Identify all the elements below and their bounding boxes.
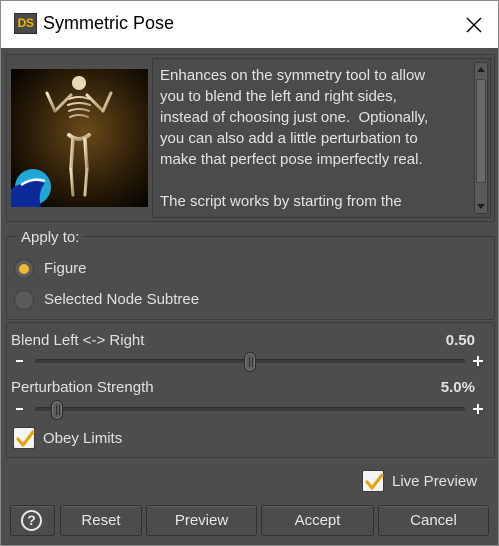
title-bar: DS Symmetric Pose	[1, 1, 498, 48]
obey-limits-label: Obey Limits	[43, 430, 123, 447]
perturbation-slider-track[interactable]	[35, 400, 465, 420]
scroll-up-arrow-icon[interactable]	[475, 63, 487, 77]
help-icon: ?	[21, 510, 42, 531]
apply-to-group: Apply to: Figure Selected Node Subtree	[6, 229, 495, 320]
perturbation-minus-icon[interactable]	[16, 408, 23, 410]
live-preview-label: Live Preview	[392, 473, 478, 490]
blend-slider-handle[interactable]	[244, 352, 256, 372]
live-preview-checkbox[interactable]	[362, 470, 384, 492]
info-panel: Enhances on the symmetry tool to allow y…	[6, 54, 495, 222]
obey-limits-checkbox[interactable]	[13, 427, 35, 449]
blend-slider-label: Blend Left <-> Right	[11, 332, 145, 349]
blend-settings-group: Blend Left <-> Right 0.50 Perturbation S…	[6, 322, 495, 458]
description-text: Enhances on the symmetry tool to allow y…	[160, 67, 429, 210]
perturbation-slider-handle[interactable]	[50, 400, 63, 420]
radio-figure-label: Figure	[44, 260, 87, 277]
symmetric-pose-dialog: DS Symmetric Pose Enhances on the symmet…	[0, 0, 499, 546]
description-box[interactable]: Enhances on the symmetry tool to allow y…	[152, 58, 491, 218]
preview-button[interactable]: Preview	[146, 505, 257, 536]
apply-to-title: Apply to:	[18, 229, 83, 246]
scroll-down-arrow-icon[interactable]	[475, 199, 487, 213]
daz-studio-logo-icon: DS	[14, 13, 37, 34]
scroll-thumb[interactable]	[476, 79, 486, 183]
blend-plus-icon[interactable]	[473, 356, 483, 366]
checkmark-icon	[365, 473, 384, 490]
reset-button[interactable]: Reset	[60, 505, 142, 536]
description-scrollbar[interactable]	[474, 62, 488, 214]
radio-figure-button[interactable]	[14, 259, 34, 279]
window-title: Symmetric Pose	[43, 13, 175, 33]
perturbation-slider-label: Perturbation Strength	[11, 379, 154, 396]
help-button[interactable]: ?	[10, 505, 55, 536]
close-icon	[466, 17, 482, 33]
accept-button[interactable]: Accept	[261, 505, 374, 536]
cancel-button[interactable]: Cancel	[378, 505, 489, 536]
blend-minus-icon[interactable]	[16, 360, 23, 362]
blend-slider-value[interactable]: 0.50	[446, 332, 475, 349]
button-row: ? Reset Preview Accept Cancel	[1, 502, 498, 542]
dialog-content: Enhances on the symmetry tool to allow y…	[1, 48, 498, 545]
checkmark-icon	[16, 430, 35, 447]
skeleton-pose-image	[11, 69, 148, 207]
script-preview-image	[11, 69, 148, 207]
blend-slider-track[interactable]	[35, 352, 465, 372]
radio-selected-node-subtree-button[interactable]	[14, 290, 34, 310]
perturbation-plus-icon[interactable]	[473, 404, 483, 414]
perturbation-slider-value[interactable]: 5.0%	[441, 379, 475, 396]
radio-selected-node-subtree-label: Selected Node Subtree	[44, 291, 200, 308]
close-button[interactable]	[457, 10, 491, 40]
